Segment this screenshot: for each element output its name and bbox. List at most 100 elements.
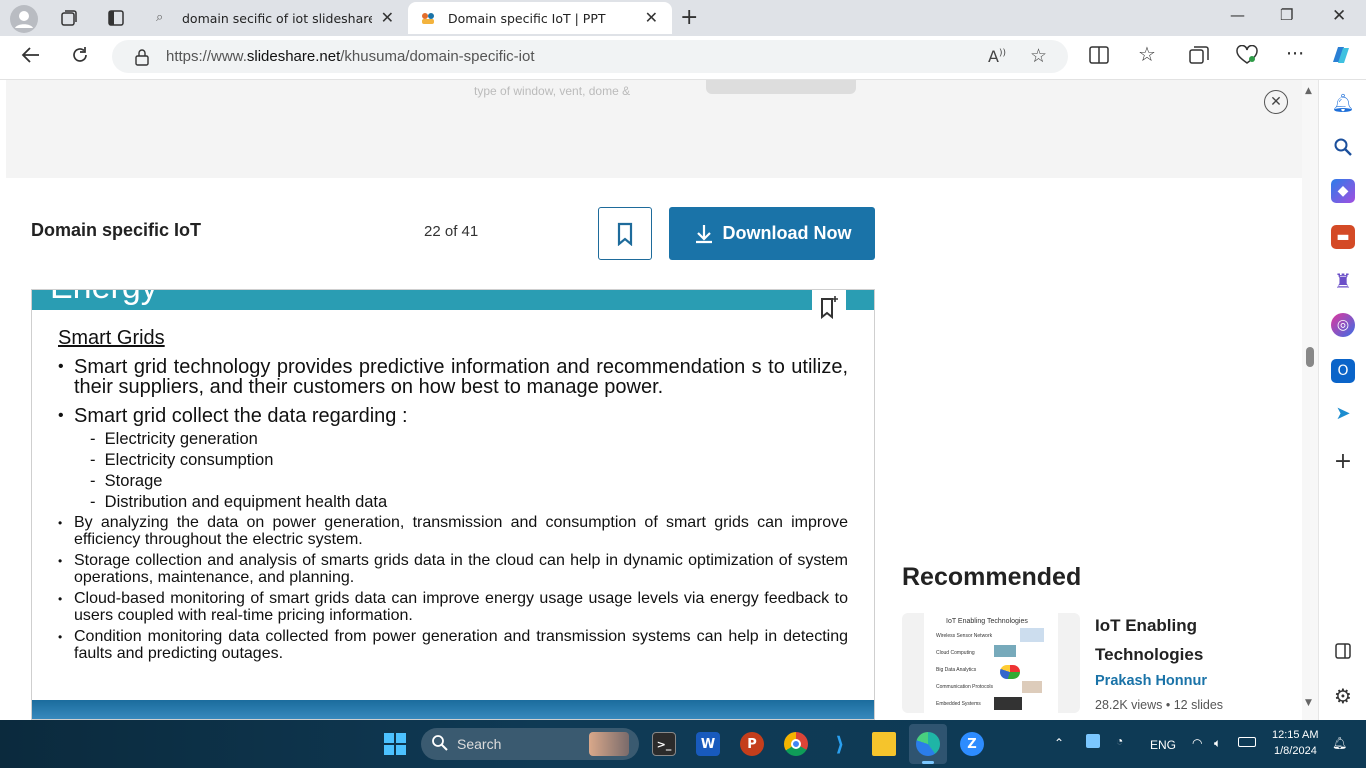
hide-sidebar-icon[interactable] xyxy=(1331,639,1355,663)
slide-subtitle: Smart Grids xyxy=(58,327,165,349)
vscode-app-icon[interactable]: ⟩ xyxy=(828,732,852,756)
notification-bell-icon[interactable]: 🔔︎ xyxy=(1332,736,1347,750)
games-icon[interactable]: ♜ xyxy=(1331,269,1355,293)
search-icon[interactable] xyxy=(1331,135,1355,159)
powerpoint-app-icon[interactable]: P xyxy=(740,732,764,756)
slide-viewer: Energy Smart Grids •Smart grid technolog… xyxy=(31,289,875,720)
scroll-up-icon[interactable]: ▲ xyxy=(1305,86,1312,96)
tab-active[interactable]: Domain specific IoT | PPT ✕ xyxy=(408,2,672,34)
tab-actions-icon[interactable] xyxy=(105,8,127,28)
recommended-heading: Recommended xyxy=(902,563,1082,591)
restore-icon[interactable]: ❐ xyxy=(1280,6,1293,24)
refresh-icon[interactable] xyxy=(70,45,90,70)
close-tab-icon[interactable]: ✕ xyxy=(381,8,394,27)
list-item: • Cloud-based monitoring of smart grids d… xyxy=(58,590,848,624)
close-tab-icon[interactable]: ✕ xyxy=(645,8,658,27)
download-icon xyxy=(695,224,712,243)
favorites-icon[interactable]: ☆ xyxy=(1138,42,1156,66)
slide-bookmark-button[interactable] xyxy=(812,290,846,324)
settings-gear-icon[interactable]: ⚙ xyxy=(1331,684,1355,708)
recommended-title-link[interactable]: IoT Enabling Technologies xyxy=(1095,611,1285,669)
recommended-meta: 28.2K views • 12 slides xyxy=(1095,698,1224,712)
clock-time[interactable]: 12:15 AM xyxy=(1272,729,1318,741)
page-scrollbar[interactable]: ▲ ▼ xyxy=(1302,80,1318,720)
recommended-author-link[interactable]: Prakash Honnur xyxy=(1095,673,1207,689)
list-item: • Smart grid collect the data regarding : xyxy=(58,405,408,427)
url-field[interactable]: https://www.slideshare.net/khusuma/domai… xyxy=(112,40,1068,73)
tab-title: Domain specific IoT | PPT xyxy=(448,10,606,26)
profile-icon[interactable] xyxy=(10,5,38,33)
lock-icon[interactable] xyxy=(134,48,150,70)
address-bar: https://www.slideshare.net/khusuma/domai… xyxy=(0,36,1366,80)
list-item: • Storage collection and analysis of smar… xyxy=(58,552,848,586)
tab-bar: ⌕ domain secific of iot slideshare p ✕ D… xyxy=(0,0,1366,36)
notifications-icon[interactable]: 🔔︎ xyxy=(1331,91,1355,115)
bookmark-icon xyxy=(617,222,633,246)
battery-icon[interactable] xyxy=(1238,737,1256,747)
volume-icon[interactable]: 🔈︎ xyxy=(1214,736,1221,751)
search-highlight-icon xyxy=(589,732,629,756)
scroll-thumb[interactable] xyxy=(1306,347,1314,367)
start-button[interactable] xyxy=(384,733,406,759)
bookmark-add-icon xyxy=(821,296,838,319)
document-title: Domain specific IoT xyxy=(31,220,202,240)
workspaces-icon[interactable] xyxy=(58,8,80,28)
outlook-icon[interactable]: O xyxy=(1331,359,1355,383)
microsoft365-icon[interactable]: ◎ xyxy=(1331,313,1355,337)
sub-list-item: - Distribution and equipment health data xyxy=(90,493,388,511)
wifi-icon[interactable]: ◠ xyxy=(1192,736,1202,750)
sub-list-item: - Storage xyxy=(90,472,163,490)
next-slide-preview xyxy=(32,700,874,719)
split-screen-icon[interactable] xyxy=(1088,45,1110,70)
file-explorer-app-icon[interactable] xyxy=(872,732,896,756)
list-item: • Smart grid technology provides predicti… xyxy=(58,356,848,398)
collections-icon[interactable] xyxy=(1188,45,1210,70)
tools-icon[interactable]: ▬ xyxy=(1331,225,1355,249)
download-label: Download Now xyxy=(722,223,852,243)
back-icon[interactable] xyxy=(20,44,42,71)
slide-title-bar: Energy xyxy=(32,290,874,310)
new-tab-icon[interactable]: + xyxy=(680,5,698,30)
zoom-app-icon[interactable]: Z xyxy=(960,732,984,756)
edge-app-active[interactable] xyxy=(909,724,947,764)
url-text: https://www.slideshare.net/khusuma/domai… xyxy=(166,48,535,65)
thumbnail-image: IoT Enabling Technologies Wireless Senso… xyxy=(924,613,1058,713)
minimize-icon[interactable]: — xyxy=(1230,6,1245,24)
ad-button[interactable] xyxy=(706,80,856,94)
slide-heading: Energy xyxy=(50,290,158,307)
slideshare-favicon-icon xyxy=(420,11,436,25)
list-item: • Condition monitoring data collected fro… xyxy=(58,628,848,662)
tray-overflow-icon[interactable]: ⌃ xyxy=(1054,736,1064,750)
sub-list-item: - Electricity generation xyxy=(90,430,258,448)
search-icon xyxy=(431,734,449,755)
clock-date[interactable]: 1/8/2024 xyxy=(1274,745,1317,757)
sub-list-item: - Electricity consumption xyxy=(90,451,274,469)
language-indicator[interactable]: ENG xyxy=(1150,738,1176,752)
add-icon[interactable]: + xyxy=(1331,449,1355,474)
ad-banner[interactable]: type of window, vent, dome & ✕ xyxy=(6,80,1302,178)
close-ad-icon[interactable]: ✕ xyxy=(1264,90,1288,114)
drop-icon[interactable]: ➤ xyxy=(1331,401,1355,425)
window-close-icon[interactable]: ✕ xyxy=(1332,6,1346,26)
favorite-star-icon[interactable]: ☆ xyxy=(1030,45,1047,67)
shopping-icon[interactable]: ◆ xyxy=(1331,179,1355,203)
browser-essentials-icon[interactable] xyxy=(1236,44,1258,70)
tab-search[interactable]: ⌕ domain secific of iot slideshare p ✕ xyxy=(146,2,408,34)
taskbar-search-input[interactable]: Search xyxy=(421,728,639,760)
tray-network-app-icon[interactable]: ◔ xyxy=(1116,734,1123,748)
edge-sidebar: 🔔︎ ◆ ▬ ♜ ◎ O ➤ + ⚙ xyxy=(1318,80,1366,720)
more-menu-icon[interactable]: ··· xyxy=(1286,43,1304,65)
tray-app-icon[interactable] xyxy=(1086,734,1100,748)
save-button[interactable] xyxy=(598,207,652,260)
read-aloud-icon[interactable]: A)) xyxy=(988,47,1006,66)
copilot-icon[interactable] xyxy=(1328,42,1354,73)
search-icon: ⌕ xyxy=(156,10,164,25)
terminal-app-icon[interactable]: >_ xyxy=(652,732,676,756)
chrome-app-icon[interactable] xyxy=(784,732,808,756)
list-item: • By analyzing the data on power generati… xyxy=(58,514,848,548)
scroll-down-icon[interactable]: ▼ xyxy=(1305,698,1312,708)
word-app-icon[interactable]: W xyxy=(696,732,720,756)
download-button[interactable]: Download Now xyxy=(669,207,875,260)
recommended-thumbnail[interactable]: IoT Enabling Technologies Wireless Senso… xyxy=(902,613,1080,713)
page-counter: 22 of 41 xyxy=(424,223,479,240)
